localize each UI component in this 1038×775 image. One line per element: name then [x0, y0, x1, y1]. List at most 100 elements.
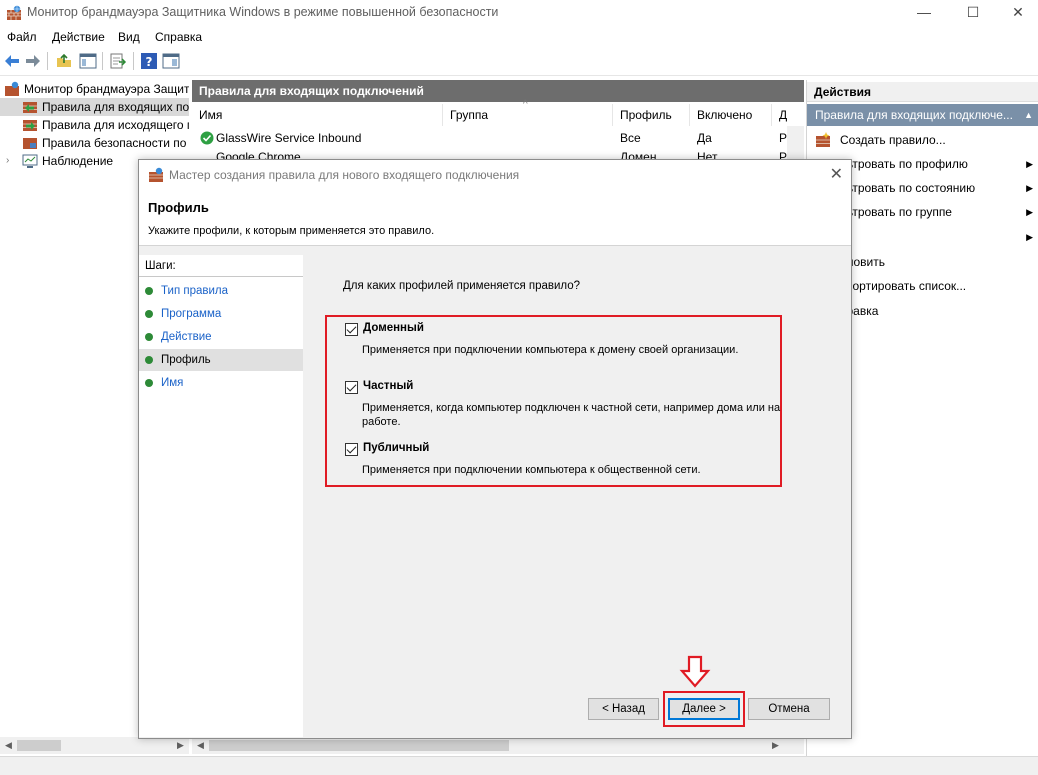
tree-item-label: Правила безопасности по	[42, 136, 187, 150]
step-profile[interactable]: Профиль	[139, 349, 303, 371]
wizard-steps: Шаги: Тип правила Программа Действие Про…	[139, 255, 303, 737]
rules-pane-header: Правила для входящих подключений	[192, 80, 804, 102]
row-profile: Все	[620, 131, 641, 145]
tree-item-label: Правила для исходящего п	[42, 118, 189, 132]
step-dot-icon	[145, 379, 153, 387]
step-label: Программа	[161, 308, 222, 320]
next-button[interactable]: Далее >	[668, 698, 740, 720]
collapse-up-icon[interactable]: ▲	[1024, 104, 1033, 126]
option-name: Доменный	[363, 322, 424, 334]
column-header-action[interactable]: Д	[772, 104, 787, 126]
action-label: льтровать по состоянию	[840, 181, 976, 195]
submenu-arrow-icon: ▶	[1026, 159, 1033, 169]
window-title: Монитор брандмауэра Защитника Windows в …	[27, 5, 499, 19]
tree-item-label: Монитор брандмауэра Защит	[24, 82, 189, 96]
actions-header: Действия	[807, 82, 1038, 102]
up-folder-icon[interactable]	[55, 52, 73, 70]
row-enabled: Да	[697, 131, 712, 145]
column-header-profile[interactable]: Профиль	[613, 104, 690, 126]
option-name: Частный	[363, 380, 414, 392]
scroll-left-icon[interactable]: ◀	[0, 737, 17, 754]
submenu-arrow-icon: ▶	[1026, 183, 1033, 193]
tree-item-connection-security[interactable]: Правила безопасности по	[0, 134, 189, 152]
toolbar-separator	[133, 52, 134, 70]
action-new-rule[interactable]: Создать правило...	[807, 128, 1038, 152]
dialog-title: Мастер создания правила для нового входя…	[169, 168, 520, 182]
rules-horizontal-scrollbar[interactable]: ◀ ▶	[192, 737, 804, 754]
help-icon[interactable]: ?	[140, 52, 158, 70]
option-description: Применяется при подключении компьютера к…	[362, 344, 739, 356]
menu-file[interactable]: Файл	[7, 30, 37, 44]
firewall-icon	[149, 167, 163, 182]
submenu-arrow-icon: ▶	[1026, 207, 1033, 217]
menu-view[interactable]: Вид	[118, 30, 140, 44]
expand-chevron-icon[interactable]: ›	[6, 152, 9, 170]
forward-arrow-icon[interactable]	[24, 52, 42, 70]
step-dot-icon	[145, 287, 153, 295]
show-hide-tree-icon[interactable]	[79, 52, 97, 70]
menu-action[interactable]: Действие	[52, 30, 105, 44]
step-action[interactable]: Действие	[139, 326, 303, 348]
tree-item-inbound-rules[interactable]: Правила для входящих по	[0, 98, 189, 116]
table-row[interactable]: GlassWire Service Inbound Все Да Р	[192, 129, 787, 147]
step-program[interactable]: Программа	[139, 303, 303, 325]
toolbar-separator	[102, 52, 103, 70]
back-button[interactable]: < Назад	[588, 698, 659, 720]
column-header-name[interactable]: Имя	[192, 104, 443, 126]
step-label: Действие	[161, 331, 212, 343]
tree-item-outbound-rules[interactable]: Правила для исходящего п	[0, 116, 189, 134]
minimize-button[interactable]: —	[901, 0, 947, 26]
scroll-right-icon[interactable]: ▶	[172, 737, 189, 754]
scroll-right-icon[interactable]: ▶	[767, 737, 784, 754]
status-bar	[0, 756, 1038, 775]
scroll-thumb[interactable]	[17, 740, 61, 751]
scroll-left-icon[interactable]: ◀	[192, 737, 209, 754]
divider	[139, 276, 303, 277]
down-arrow-icon	[679, 655, 711, 688]
public-checkbox[interactable]	[345, 443, 358, 456]
new-rule-wizard-dialog: Мастер создания правила для нового входя…	[138, 159, 852, 739]
back-arrow-icon[interactable]	[3, 52, 21, 70]
maximize-button[interactable]: ☐	[950, 0, 996, 26]
scroll-thumb[interactable]	[209, 740, 509, 751]
action-label: Создать правило...	[840, 133, 946, 147]
dialog-close-icon[interactable]: ✕	[830, 164, 843, 184]
new-rule-icon	[816, 132, 830, 147]
title-bar: Монитор брандмауэра Защитника Windows в …	[0, 0, 1038, 26]
page-subtitle: Укажите профили, к которым применяется э…	[148, 225, 435, 237]
export-list-icon[interactable]	[109, 52, 127, 70]
domain-checkbox[interactable]	[345, 323, 358, 336]
row-action: Р	[779, 131, 788, 145]
private-checkbox[interactable]	[345, 381, 358, 394]
column-header-group[interactable]: Группа	[443, 104, 613, 126]
step-name[interactable]: Имя	[139, 372, 303, 394]
page-title: Профиль	[148, 200, 209, 215]
tree-item-label: Правила для входящих по	[42, 100, 189, 114]
firewall-icon	[7, 5, 21, 20]
inbound-rules-icon	[23, 102, 37, 113]
tree-horizontal-scrollbar[interactable]: ◀ ▶	[0, 737, 189, 754]
actions-section-inbound[interactable]: Правила для входящих подключе... ▲	[807, 104, 1038, 126]
column-header-enabled[interactable]: Включено	[690, 104, 772, 126]
enabled-check-icon	[200, 131, 214, 145]
step-rule-type[interactable]: Тип правила	[139, 280, 303, 302]
action-pane-icon[interactable]	[162, 52, 180, 70]
step-label: Имя	[161, 377, 184, 389]
sort-up-icon: ^	[523, 99, 528, 110]
toolbar-separator	[47, 52, 48, 70]
close-window-button[interactable]: ✕	[995, 0, 1038, 26]
toolbar: ?	[0, 48, 1038, 76]
step-label: Тип правила	[161, 285, 229, 297]
step-dot-icon	[145, 310, 153, 318]
action-label: льтровать по группе	[840, 205, 952, 219]
dialog-header: Профиль Укажите профили, к которым приме…	[139, 190, 851, 246]
steps-header: Шаги:	[145, 260, 176, 272]
highlight-box: Доменный Применяется при подключении ком…	[325, 315, 782, 487]
firewall-icon	[5, 81, 19, 96]
cancel-button[interactable]: Отмена	[748, 698, 830, 720]
wizard-content: Для каких профилей применяется правило? …	[307, 255, 851, 737]
menu-help[interactable]: Справка	[155, 30, 202, 44]
tree-item-root[interactable]: Монитор брандмауэра Защит	[0, 80, 189, 98]
menu-bar: Файл Действие Вид Справка	[0, 27, 1038, 47]
svg-text:?: ?	[146, 55, 153, 69]
